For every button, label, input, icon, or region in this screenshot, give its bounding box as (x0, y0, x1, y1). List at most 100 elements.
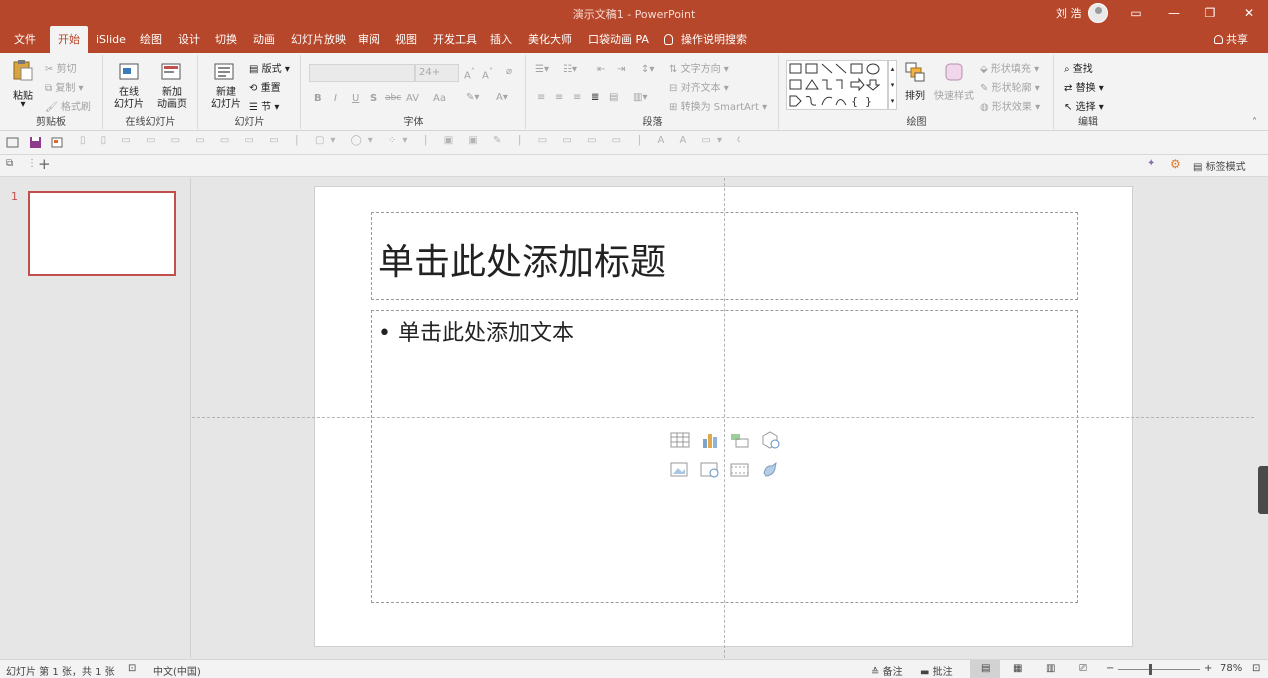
find-button[interactable]: ⌕ 查找 (1064, 60, 1093, 75)
numbering-icon[interactable]: ☷▾ (563, 64, 577, 75)
tab-developer[interactable]: 开发工具 (425, 26, 485, 53)
slideshow-icon[interactable]: ⎚ (1079, 663, 1087, 674)
tell-me-search[interactable]: 操作说明搜索 (664, 26, 747, 53)
change-case-button[interactable]: Aa (433, 93, 446, 104)
tab-islide[interactable]: iSlide (88, 26, 134, 53)
share-button[interactable]: 共享 (1214, 26, 1248, 53)
insert-video-icon[interactable] (730, 461, 750, 479)
slide-editing-canvas[interactable]: 单击此处添加标题 • 单击此处添加文本 (192, 178, 1268, 658)
select-button[interactable]: ↖ 选择 ▾ (1064, 98, 1104, 113)
bold-button[interactable]: B (314, 93, 322, 104)
cut-button[interactable]: ✂ 剪切 (45, 60, 77, 75)
close-button[interactable]: ✕ (1239, 4, 1259, 22)
tab-animations[interactable]: 动画 (245, 26, 283, 53)
insert-table-icon[interactable] (670, 431, 690, 449)
paste-dropdown[interactable]: ▾ (6, 99, 40, 110)
zoom-out-button[interactable]: − (1106, 663, 1114, 674)
tab-home[interactable]: 开始 (50, 26, 88, 53)
bullets-icon[interactable]: ☰▾ (535, 64, 549, 75)
arrange-button[interactable]: 排列 (900, 87, 930, 102)
insert-chart-icon[interactable] (700, 431, 720, 449)
shadow-button[interactable]: S (370, 93, 377, 104)
reset-button[interactable]: ⟲ 重置 (249, 79, 281, 94)
spellcheck-icon[interactable]: ⊡ (128, 663, 136, 674)
zoom-slider-thumb[interactable] (1148, 664, 1152, 675)
alignment-tools-icons[interactable]: ▯ ▯ ▭ ▭ ▭ ▭ ▭ ▭ ▭ │ ▢▾ ◯▾ ⁘▾ │ ▣ ▣ ✎ │ ▭… (80, 135, 740, 150)
zoom-slider-track[interactable] (1118, 669, 1200, 670)
text-direction-button[interactable]: ⇅ 文字方向 ▾ (669, 60, 729, 75)
fit-slide-icon[interactable]: ⊡ (1252, 663, 1260, 674)
tab-design[interactable]: 设计 (170, 26, 208, 53)
insert-picture-icon[interactable] (670, 461, 690, 479)
replace-button[interactable]: ⇄ 替换 ▾ (1064, 79, 1104, 94)
increase-indent-icon[interactable]: ⇥ (617, 64, 625, 75)
ribbon-display-button[interactable]: ▭ (1126, 4, 1146, 22)
align-text-button[interactable]: ⊟ 对齐文本 ▾ (669, 79, 729, 94)
tab-pocket-animation[interactable]: 口袋动画 PA (580, 26, 657, 53)
online-slides-button[interactable]: 在线 幻灯片 (106, 87, 152, 111)
shapes-scroll[interactable]: ▴ ▾ ▾ (888, 60, 897, 110)
highlight-icon[interactable]: ✎▾ (466, 92, 479, 103)
section-button[interactable]: ☰ 节 ▾ (249, 98, 279, 113)
align-right-icon[interactable]: ≡ (573, 92, 581, 103)
increase-font-button[interactable]: A˄ (464, 66, 475, 81)
normal-view-button[interactable]: ▤ (970, 660, 1000, 678)
line-spacing-icon[interactable]: ↕▾ (641, 64, 654, 75)
decrease-font-button[interactable]: A˅ (482, 66, 493, 81)
strikethrough-button[interactable]: abc (385, 93, 401, 103)
zoom-level[interactable]: 78% (1220, 663, 1242, 674)
comments-button[interactable]: ▬ 批注 (920, 663, 953, 678)
tab-draw[interactable]: 绘图 (132, 26, 170, 53)
justify-icon[interactable]: ≣ (591, 92, 599, 103)
italic-button[interactable]: I (334, 93, 337, 104)
customize-icon[interactable] (6, 136, 19, 149)
save-icon[interactable] (29, 136, 42, 149)
quick-styles-button[interactable]: 快速样式 (932, 87, 976, 102)
settings-gear-icon[interactable]: ⚙ (1170, 157, 1181, 171)
layout-button[interactable]: ▤ 版式 ▾ (249, 60, 290, 75)
slide-sorter-icon[interactable]: ▦ (1013, 663, 1022, 674)
underline-button[interactable]: U (352, 93, 359, 104)
font-name-select[interactable] (309, 64, 415, 82)
shape-effects-button[interactable]: ◍ 形状效果 ▾ (980, 98, 1040, 113)
format-painter-button[interactable]: 🖌 格式刷 (45, 98, 91, 113)
shape-fill-button[interactable]: ⬙ 形状填充 ▾ (980, 60, 1039, 75)
user-name[interactable]: 刘 浩 (1056, 5, 1082, 21)
slide-thumbnail[interactable] (28, 191, 176, 276)
font-size-select[interactable]: 24+ (415, 64, 459, 82)
zoom-in-button[interactable]: + (1204, 663, 1212, 674)
collapse-ribbon-icon[interactable]: ˄ (1252, 117, 1257, 128)
insert-smartart-icon[interactable] (730, 431, 750, 449)
tab-review[interactable]: 审阅 (350, 26, 388, 53)
plugin-icon[interactable]: ✦ (1147, 158, 1155, 169)
tab-beautify[interactable]: 美化大师 (520, 26, 580, 53)
shapes-gallery[interactable]: {} (786, 60, 888, 110)
new-animation-page-button[interactable]: 新加 动画页 (148, 87, 196, 111)
tab-view[interactable]: 视图 (387, 26, 425, 53)
distribute-icon[interactable]: ▤ (609, 92, 618, 103)
decrease-indent-icon[interactable]: ⇤ (597, 64, 605, 75)
clear-format-icon[interactable]: ⌀ (506, 66, 512, 77)
side-panel-handle[interactable] (1258, 466, 1268, 514)
copy-button[interactable]: ⧉ 复制 ▾ (45, 79, 84, 94)
restore-button[interactable]: ❐ (1200, 4, 1220, 22)
notes-button[interactable]: ≙ 备注 (871, 663, 903, 678)
align-center-icon[interactable]: ≡ (555, 92, 563, 103)
columns-icon[interactable]: ▥▾ (633, 92, 647, 103)
insert-3d-model-icon[interactable] (760, 431, 780, 449)
avatar[interactable] (1088, 3, 1108, 23)
convert-smartart-button[interactable]: ⊞ 转换为 SmartArt ▾ (669, 98, 767, 113)
tag-mode-button[interactable]: ▤ 标签模式 (1193, 158, 1246, 173)
tab-transitions[interactable]: 切换 (207, 26, 245, 53)
new-slide-button[interactable]: 新建 幻灯片 (201, 87, 251, 111)
tab-insert[interactable]: 插入 (482, 26, 520, 53)
align-left-icon[interactable]: ≡ (537, 92, 545, 103)
shape-outline-button[interactable]: ✎ 形状轮廓 ▾ (980, 79, 1040, 94)
add-icon[interactable]: + (38, 155, 51, 173)
tab-file[interactable]: 文件 (6, 26, 44, 53)
tab-slideshow[interactable]: 幻灯片放映 (283, 26, 354, 53)
reading-view-icon[interactable]: ▥ (1046, 663, 1055, 674)
layers-icon[interactable]: ⧉ (6, 158, 13, 169)
insert-online-picture-icon[interactable] (700, 461, 720, 479)
minimize-button[interactable]: — (1164, 4, 1184, 22)
